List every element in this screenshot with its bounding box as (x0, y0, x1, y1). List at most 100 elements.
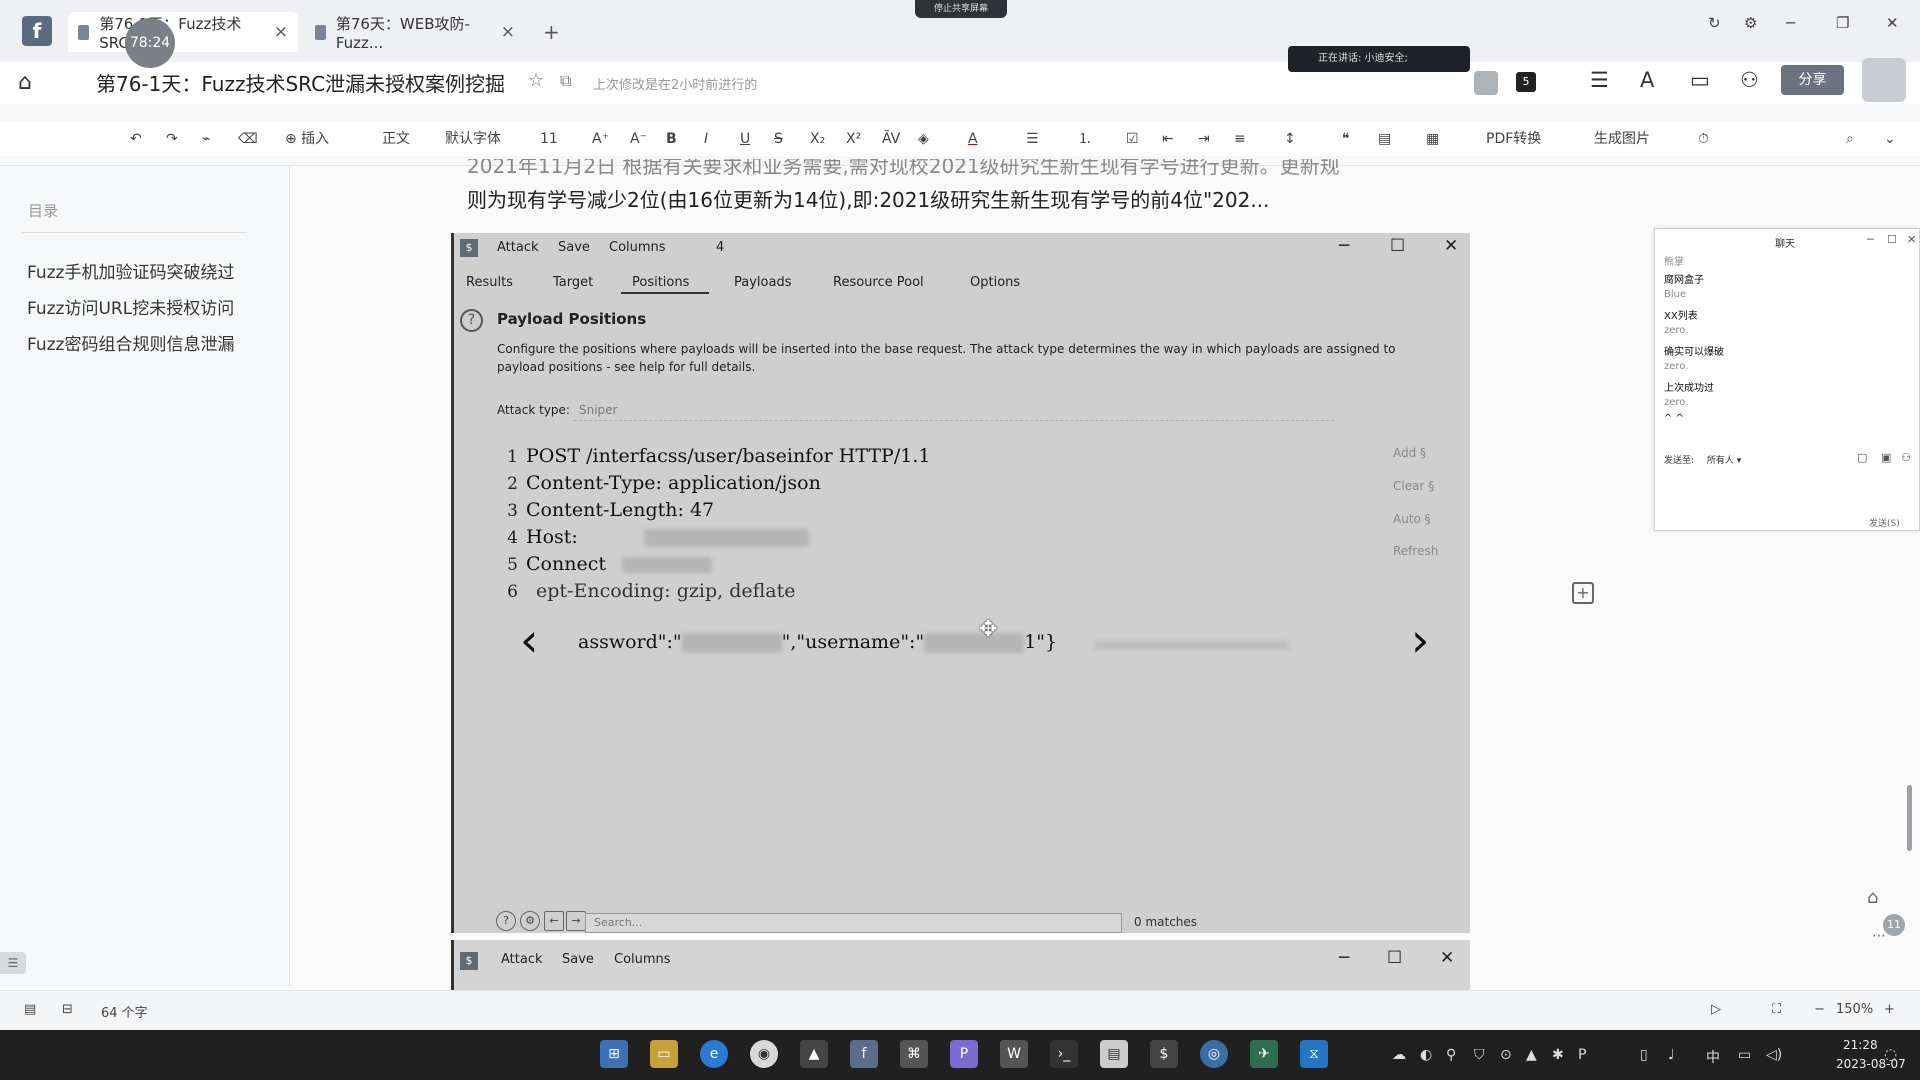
maximize-icon[interactable]: ☐ (1887, 233, 1897, 246)
document-app-icon[interactable]: ▤ (1100, 1040, 1128, 1068)
close-icon[interactable]: ✕ (1440, 948, 1454, 968)
search-input[interactable]: Search... (585, 913, 1122, 933)
font-color-icon[interactable]: A (968, 122, 978, 156)
restore-icon[interactable]: ❐ (1836, 14, 1849, 32)
tab-close-icon[interactable]: × (274, 22, 288, 42)
refresh-icon[interactable]: ↻ (1708, 14, 1721, 32)
clock-time[interactable]: 21:28 (1843, 1038, 1878, 1052)
font-grow-icon[interactable]: A⁺ (592, 122, 609, 156)
tray-app-icon[interactable]: ☁ (1392, 1047, 1406, 1063)
attack-type-value[interactable]: Sniper (579, 403, 618, 417)
table-icon[interactable]: ▦ (1426, 122, 1439, 156)
input-method-icon[interactable]: 中 (1706, 1047, 1720, 1067)
bird-app-icon[interactable]: ✈ (1250, 1040, 1278, 1068)
checklist-icon[interactable]: ☑ (1126, 122, 1139, 156)
tray-app-icon[interactable]: ▲ (1526, 1047, 1537, 1063)
numbered-list-icon[interactable]: ⒈ (1078, 122, 1092, 156)
line-spacing-icon[interactable]: ↕ (1284, 122, 1296, 156)
zoom-out-button[interactable]: − (1814, 1002, 1825, 1017)
subscript-icon[interactable]: X₂ (810, 122, 825, 156)
toc-item[interactable]: Fuzz手机加验证码突破绕过 (27, 258, 234, 283)
app-logo-icon[interactable]: f (22, 16, 52, 46)
star-icon[interactable]: ☆ (528, 70, 544, 91)
send-button[interactable]: 发送(S) (1869, 516, 1900, 529)
tray-app-icon[interactable]: ⊙ (1500, 1047, 1512, 1063)
font-family-select[interactable]: 默认字体 (445, 122, 501, 156)
document-paragraph-line[interactable]: 则为现有学号减少2位(由16位更新为14位),即:2021级研究生新生现有学号的… (467, 184, 1269, 213)
burp-menu-save[interactable]: Save (558, 240, 590, 255)
underline-icon[interactable]: U (740, 122, 750, 156)
tab-resource-pool[interactable]: Resource Pool (833, 275, 924, 290)
document-title[interactable]: 第76-1天：Fuzz技术SRC泄漏未授权案例挖掘 (96, 68, 505, 97)
chrome-icon[interactable]: ◉ (750, 1040, 778, 1068)
indent-icon[interactable]: ⇥ (1198, 122, 1210, 156)
add-comment-icon[interactable]: + (1572, 582, 1594, 604)
minimize-icon[interactable]: ─ (1339, 948, 1349, 968)
toc-item[interactable]: Fuzz密码组合规则信息泄漏 (27, 330, 234, 355)
eraser-icon[interactable]: ⌫ (238, 122, 258, 156)
network-app-icon[interactable]: ⌘ (900, 1040, 928, 1068)
toc-item[interactable]: Fuzz访问URL挖未授权访问 (27, 294, 234, 319)
skin-icon[interactable]: ⌂ (1867, 887, 1878, 908)
generate-image-button[interactable]: 生成图片 (1594, 122, 1650, 156)
strikethrough-icon[interactable]: S (774, 122, 783, 156)
sidebar-toggle-button[interactable]: ☰ (0, 952, 26, 974)
user-avatar[interactable] (1862, 58, 1906, 102)
stop-screen-share-button[interactable]: 停止共享屏幕 (915, 0, 1007, 18)
share-button[interactable]: 分享 (1781, 65, 1844, 95)
burp-menu-save[interactable]: Save (562, 952, 594, 967)
outline-view-icon[interactable]: ▤ (24, 1002, 36, 1017)
collaborator-icon[interactable]: ⚇ (1740, 68, 1759, 92)
notification-badge[interactable]: 11 (1883, 914, 1905, 936)
font-size-select[interactable]: 11 (540, 122, 558, 156)
edge-icon[interactable]: e (700, 1040, 728, 1068)
superscript-icon[interactable]: X² (846, 122, 861, 156)
burp-menu-attack[interactable]: Attack (501, 952, 543, 967)
redo-icon[interactable]: ↷ (166, 122, 178, 156)
tray-app-icon[interactable]: ⚲ (1446, 1047, 1456, 1063)
word-count[interactable]: 64 个字 (101, 1002, 148, 1021)
burp-menu-columns[interactable]: Columns (614, 952, 671, 967)
fullscreen-icon[interactable]: ⛶ (1772, 1002, 1781, 1017)
help-icon[interactable]: ? (460, 309, 483, 332)
folder-icon[interactable]: ⧉ (560, 71, 571, 91)
text-format-icon[interactable]: A (1640, 68, 1654, 92)
close-icon[interactable]: ✕ (1907, 233, 1916, 246)
burp-icon[interactable]: $ (1150, 1040, 1178, 1068)
help-icon[interactable]: ? (496, 911, 516, 931)
chevron-down-icon[interactable]: ⌄ (1884, 122, 1896, 156)
tray-app-icon[interactable]: ✱ (1552, 1047, 1564, 1063)
settings-icon[interactable]: ⚙ (520, 911, 540, 931)
notification-icon[interactable]: ◌ (1884, 1045, 1897, 1063)
minimize-icon[interactable]: ─ (1339, 236, 1349, 256)
bold-icon[interactable]: B (666, 122, 677, 156)
forward-icon[interactable]: → (566, 911, 586, 931)
tab-results[interactable]: Results (466, 275, 513, 290)
tab-payloads[interactable]: Payloads (734, 275, 791, 290)
tab-doc-76[interactable]: 第76天：WEB攻防-Fuzz... × (305, 12, 525, 52)
tray-app-icon[interactable]: P (1578, 1047, 1586, 1063)
chat-recipient-select[interactable]: 发送至: 所有人 ▾ (1664, 453, 1741, 466)
tab-options[interactable]: Options (970, 275, 1020, 290)
microphone-icon[interactable]: ♩ (1668, 1047, 1675, 1063)
tab-positions[interactable]: Positions (632, 275, 689, 290)
tab-doc-76-1[interactable]: 第76-1天：Fuzz技术SRC... × (68, 12, 298, 52)
tab-target[interactable]: Target (553, 275, 593, 290)
terminal-icon[interactable]: ›_ (1050, 1040, 1078, 1068)
italic-icon[interactable]: I (704, 122, 708, 156)
menu-icon[interactable]: ☰ (1590, 68, 1609, 92)
close-icon[interactable]: ✕ (1886, 14, 1899, 32)
play-icon[interactable]: ▷ (1711, 1002, 1721, 1017)
back-icon[interactable]: ← (544, 911, 564, 931)
close-icon[interactable]: ✕ (1444, 236, 1458, 256)
tab-close-icon[interactable]: × (501, 22, 515, 42)
volume-icon[interactable]: ◁) (1766, 1047, 1782, 1063)
image-prev-arrow-icon[interactable]: ‹ (520, 613, 538, 667)
page-view-icon[interactable]: ⊟ (62, 1002, 73, 1017)
shield-icon[interactable]: ⛉ (1474, 1047, 1485, 1063)
file-explorer-icon[interactable]: ▭ (650, 1040, 678, 1068)
note-app-icon[interactable]: f (850, 1040, 878, 1068)
new-tab-button[interactable]: + (543, 20, 560, 44)
maximize-icon[interactable]: ☐ (1390, 236, 1405, 256)
search-icon[interactable]: ⌕ (1846, 122, 1854, 156)
